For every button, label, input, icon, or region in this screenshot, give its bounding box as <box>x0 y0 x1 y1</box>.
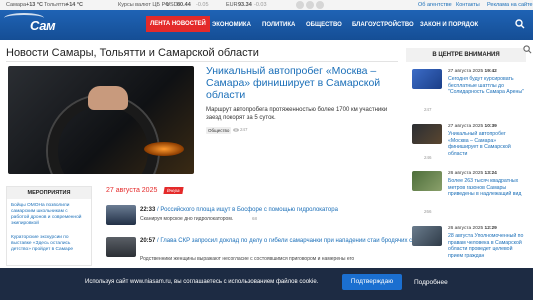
telegram-icon[interactable] <box>316 1 324 9</box>
sidebar-heading: В ЦЕНТРЕ ВНИМАНИЯ <box>406 48 526 62</box>
sidebar-date: 27 августа 2025 19:42 <box>448 69 497 74</box>
hero-tag[interactable]: Общество <box>206 127 232 134</box>
sidebar-time: 13:24 <box>484 171 497 176</box>
feed-item-headline[interactable]: Российского площа ищут в Босфоре с помощ… <box>160 207 338 213</box>
eur-change: -0.03 <box>254 2 267 8</box>
nav-society[interactable]: ОБЩЕСТВО <box>306 10 342 40</box>
usd-label: USD <box>166 2 178 8</box>
nav-politics[interactable]: ПОЛИТИКА <box>262 10 295 40</box>
events-item[interactable]: Бойцы ОМОНа позволили самарским школьник… <box>11 203 87 227</box>
sidebar-thumb[interactable] <box>412 226 442 246</box>
feed-date: 27 августа 2025 <box>106 187 158 194</box>
eye-icon <box>233 128 239 132</box>
sidebar-views: 246 <box>424 155 432 160</box>
weather-temp-samara: +13 °C <box>26 2 44 8</box>
cookie-text: Используя сайт www.niasam.ru, вы соглаша… <box>85 279 319 285</box>
feed-item-time: 22:33 <box>140 207 156 213</box>
sidebar-date-text: 26 августа 2025 <box>448 226 484 231</box>
eur-value: 93.34 <box>238 2 252 8</box>
top-bar: Самара +13 °C Тольятти +14 °C Курсы валю… <box>0 0 533 10</box>
hero-views: 247 <box>240 127 248 132</box>
sidebar-item-title[interactable]: Сегодня будут курсировать бесплатные шат… <box>448 76 526 96</box>
sidebar-item-title[interactable]: Уникальный автопробег «Москва – Самара» … <box>448 131 526 157</box>
sidebar-thumb[interactable] <box>412 69 442 89</box>
feed-thumb[interactable] <box>106 237 136 257</box>
sidebar-date-text: 26 августа 2025 <box>448 171 484 176</box>
cookie-banner: Используя сайт www.niasam.ru, вы соглаша… <box>0 268 533 300</box>
events-heading: МЕРОПРИЯТИЯ <box>7 187 91 199</box>
feed-item-title[interactable]: 20:57 / Глава СКР запросил доклад по дел… <box>140 238 425 244</box>
sidebar-item-title[interactable]: 28 августа Уполномоченный по правам чело… <box>448 233 526 259</box>
logo-text: Сам <box>30 18 56 33</box>
vk-icon[interactable] <box>296 1 304 9</box>
sidebar-time: 19:42 <box>484 69 497 74</box>
nav-economy[interactable]: ЭКОНОМИКА <box>212 10 251 40</box>
divider <box>6 61 398 62</box>
hero-description: Маршрут автопробега протяженностью более… <box>206 107 388 121</box>
sidebar-views: 247 <box>424 107 432 112</box>
feed-thumb[interactable] <box>106 205 136 225</box>
cookie-accept-button[interactable]: Подтверждаю <box>342 274 402 290</box>
dashboard-glow <box>144 142 184 156</box>
hand-shape <box>88 86 128 110</box>
sidebar-time: 12:29 <box>484 226 497 231</box>
sidebar-date-text: 27 августа 2025 <box>448 69 484 74</box>
zoom-icon[interactable] <box>523 45 532 54</box>
feed-item-text: Сканируя морское дно гидролокатором. <box>140 216 234 222</box>
feed-item-title[interactable]: 22:33 / Российского площа ищут в Босфоре… <box>140 207 338 213</box>
nav-law-order[interactable]: ЗАКОН И ПОРЯДОК <box>420 10 478 40</box>
usd-value: 80.44 <box>177 2 191 8</box>
feed-item-text: Родственники женщины выражают несогласие… <box>140 256 355 262</box>
cookie-more-link[interactable]: Подробнее <box>414 279 448 286</box>
sidebar-thumb[interactable] <box>412 171 442 191</box>
site-logo[interactable]: Сам <box>4 13 64 34</box>
feed-item-time: 20:57 <box>140 238 156 244</box>
search-icon[interactable] <box>515 19 525 29</box>
nav-improvement[interactable]: БЛАГОУСТРОЙСТВО <box>352 10 414 40</box>
feed-item-headline[interactable]: Глава СКР запросил доклад по делу о гибе… <box>160 238 424 244</box>
advertising-link[interactable]: Реклама на сайте <box>487 2 533 8</box>
events-box: МЕРОПРИЯТИЯ Бойцы ОМОНа позволили самарс… <box>6 186 92 266</box>
sidebar-date-text: 27 августа 2025 <box>448 124 484 129</box>
hero-title[interactable]: Уникальный автопробег «Москва – Самара» … <box>206 65 396 101</box>
sidebar-date: 26 августа 2025 13:24 <box>448 171 497 176</box>
sidebar-views: 266 <box>424 209 432 214</box>
usd-change: -0.05 <box>196 2 209 8</box>
sidebar-time: 10:39 <box>484 124 497 129</box>
contacts-link[interactable]: Контакты <box>456 2 480 8</box>
events-item[interactable]: Кураторские экскурсии по выставке «Здесь… <box>11 235 87 253</box>
feed-badge: Вчера <box>163 187 184 194</box>
sidebar-date: 26 августа 2025 12:29 <box>448 226 497 231</box>
weather-temp-tolyatti: +14 °C <box>66 2 84 8</box>
sidebar-item-title[interactable]: Более 263 тысяч квадратных метров газоно… <box>448 178 526 198</box>
sidebar-thumb[interactable] <box>412 124 442 144</box>
sidebar-date: 27 августа 2025 10:39 <box>448 124 497 129</box>
rates-label: Курсы валют ЦБ РФ <box>118 2 170 8</box>
eur-label: EUR <box>226 2 238 8</box>
nav-news-feed[interactable]: ЛЕНТА НОВОСТЕЙ <box>146 16 210 32</box>
page-title: Новости Самары, Тольятти и Самарской обл… <box>6 47 259 59</box>
hero-image[interactable] <box>8 66 194 174</box>
ok-icon[interactable] <box>306 1 314 9</box>
about-link[interactable]: Об агентстве <box>418 2 452 8</box>
weather-city-tolyatti: Тольятти <box>44 2 68 8</box>
feed-item-views: 68 <box>252 216 258 221</box>
weather-city-samara: Самара <box>6 2 27 8</box>
main-nav: Сам ЛЕНТА НОВОСТЕЙ ЭКОНОМИКА ПОЛИТИКА ОБ… <box>0 10 533 40</box>
